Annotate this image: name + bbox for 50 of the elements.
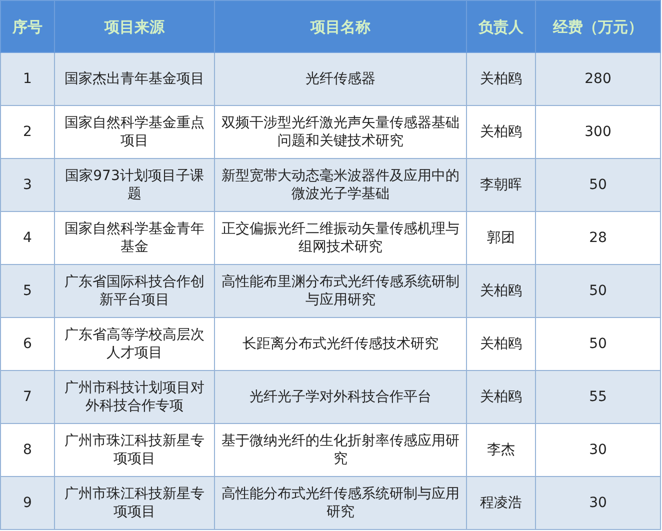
table-cell: 30 xyxy=(536,476,660,530)
table-cell: 广州市珠江科技新星专项项目 xyxy=(54,476,214,530)
table-cell: 50 xyxy=(536,264,660,318)
table-cell: 高性能分布式光纤传感系统研制与应用研究 xyxy=(214,476,466,530)
table-cell: 9 xyxy=(0,476,54,530)
table-cell: 50 xyxy=(536,158,660,212)
table-cell: 7 xyxy=(0,370,54,424)
table-cell: 30 xyxy=(536,424,660,476)
table-cell: 广州市科技计划项目对外科技合作专项 xyxy=(54,370,214,424)
table-cell: 28 xyxy=(536,212,660,264)
table-cell: 国家杰出青年基金项目 xyxy=(54,52,214,106)
table-cell: 郭团 xyxy=(466,212,536,264)
table-cell: 长距离分布式光纤传感技术研究 xyxy=(214,318,466,370)
table-cell: 双频干涉型光纤激光声矢量传感器基础问题和关键技术研究 xyxy=(214,106,466,158)
table-cell: 国家自然科学基金青年基金 xyxy=(54,212,214,264)
table-cell: 3 xyxy=(0,158,54,212)
table-cell: 2 xyxy=(0,106,54,158)
table-cell: 8 xyxy=(0,424,54,476)
table-cell: 280 xyxy=(536,52,660,106)
table-cell: 程凌浩 xyxy=(466,476,536,530)
table-cell: 基于微纳光纤的生化折射率传感应用研究 xyxy=(214,424,466,476)
table-cell: 新型宽带大动态毫米波器件及应用中的微波光子学基础 xyxy=(214,158,466,212)
table-cell: 光纤传感器 xyxy=(214,52,466,106)
table-cell: 广州市珠江科技新星专项项目 xyxy=(54,424,214,476)
table-cell: 关柏鸥 xyxy=(466,52,536,106)
table-cell: 正交偏振光纤二维振动矢量传感机理与组网技术研究 xyxy=(214,212,466,264)
table-cell: 光纤光子学对外科技合作平台 xyxy=(214,370,466,424)
column-header: 经费（万元） xyxy=(536,0,660,52)
table-cell: 6 xyxy=(0,318,54,370)
table-cell: 高性能布里渊分布式光纤传感系统研制与应用研究 xyxy=(214,264,466,318)
column-header: 序号 xyxy=(0,0,54,52)
table-cell: 李朝晖 xyxy=(466,158,536,212)
table-cell: 300 xyxy=(536,106,660,158)
table-cell: 4 xyxy=(0,212,54,264)
table-cell: 广东省高等学校高层次人才项目 xyxy=(54,318,214,370)
table-cell: 李杰 xyxy=(466,424,536,476)
column-header: 项目名称 xyxy=(214,0,466,52)
table-cell: 5 xyxy=(0,264,54,318)
table-cell: 广东省国际科技合作创新平台项目 xyxy=(54,264,214,318)
table-cell: 55 xyxy=(536,370,660,424)
table-cell: 1 xyxy=(0,52,54,106)
table-cell: 关柏鸥 xyxy=(466,370,536,424)
table-cell: 关柏鸥 xyxy=(466,264,536,318)
column-header: 负责人 xyxy=(466,0,536,52)
table-cell: 关柏鸥 xyxy=(466,318,536,370)
table-cell: 国家973计划项目子课题 xyxy=(54,158,214,212)
table-cell: 关柏鸥 xyxy=(466,106,536,158)
column-header: 项目来源 xyxy=(54,0,214,52)
table-cell: 国家自然科学基金重点项目 xyxy=(54,106,214,158)
table-cell: 50 xyxy=(536,318,660,370)
